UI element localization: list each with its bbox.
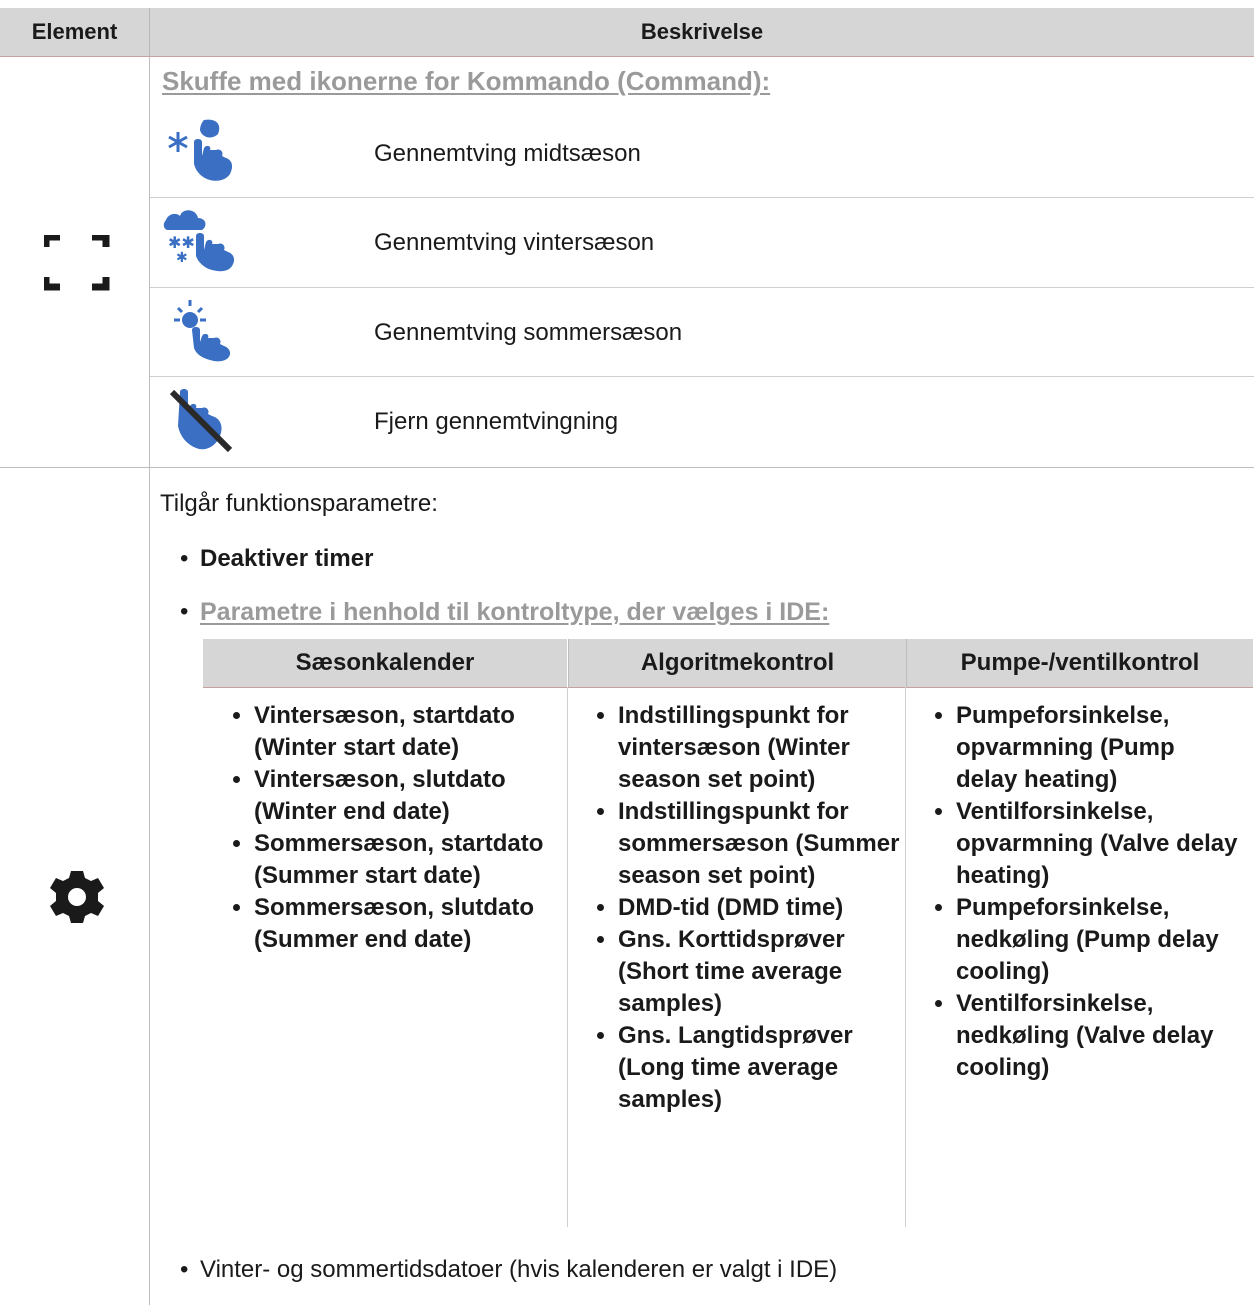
list-item: Indstillingspunkt for vintersæson (Winte… [618,700,900,796]
inner-header-algorithm: Algoritmekontrol [568,639,906,688]
list-item: DMD-tid (DMD time) [618,892,900,924]
control-type-text: Parametre i henhold til kontroltype, der… [200,598,830,626]
expand-corners-icon [44,235,110,291]
row-separator [0,467,1254,468]
svg-text:✱: ✱ [176,250,188,266]
bullet-dates: Vinter- og sommertidsdatoer (hvis kalend… [180,1256,838,1284]
list-item: Pumpeforsinkelse, nedkøling (Pump delay … [956,892,1240,988]
bullet-control-type: Parametre i henhold til kontroltype, der… [180,598,830,627]
summer-label: Gennemtving sommersæson [374,319,683,346]
disable-timer-text: Deaktiver timer [200,545,374,572]
inner-header-pump-valve: Pumpe-/ventilkontrol [906,639,1253,688]
list-item: Ventilforsinkelse, opvarmning (Valve del… [956,796,1240,892]
header-element: Element [31,19,118,44]
season-calendar-column: Vintersæson, startdato (Winter start dat… [218,700,548,956]
inner-column-divider [905,687,906,1227]
force-summer-icon[interactable] [170,296,234,362]
list-item: Indstillingspunkt for sommersæson (Summe… [618,796,900,892]
inner-column-divider [567,687,568,1227]
list-item: Vintersæson, startdato (Winter start dat… [254,700,548,764]
force-midseason-icon[interactable] [164,118,236,182]
list-item: Gns. Langtidsprøver (Long time average s… [618,1020,900,1116]
list-item: Gns. Korttidsprøver (Short time average … [618,924,900,1020]
list-item: Sommersæson, startdato (Summer start dat… [254,828,548,892]
parameters-intro: Tilgår funktionsparametre: [160,490,438,517]
column-divider [149,57,150,1305]
gear-icon [50,871,104,923]
header-description: Beskrivelse [640,19,764,44]
list-item: Ventilforsinkelse, nedkøling (Valve dela… [956,988,1240,1084]
inner-header-season-calendar: Sæsonkalender [203,639,567,688]
bullet-disable-timer: Deaktiver timer [180,545,374,573]
list-item: Vintersæson, slutdato (Winter end date) [254,764,548,828]
remove-force-label: Fjern gennemtvingning [374,408,619,435]
row-divider [150,287,1254,288]
algorithm-column: Indstillingspunkt for vintersæson (Winte… [582,700,900,1116]
pump-valve-column: Pumpeforsinkelse, opvarmning (Pump delay… [920,700,1240,1084]
table-header: Element Beskrivelse [0,8,1254,57]
midseason-label: Gennemtving midtsæson [374,140,641,167]
winter-label: Gennemtving vintersæson [374,229,655,256]
remove-force-icon[interactable] [168,386,236,456]
list-item: Pumpeforsinkelse, opvarmning (Pump delay… [956,700,1240,796]
row-divider [150,197,1254,198]
dates-text: Vinter- og sommertidsdatoer (hvis kalend… [200,1256,838,1283]
list-item: Sommersæson, slutdato (Summer end date) [254,892,548,956]
force-winter-icon[interactable]: ✱✱ ✱ [162,206,236,272]
row-divider [150,376,1254,377]
command-drawer-title: Skuffe med ikonerne for Kommando (Comman… [162,66,771,96]
